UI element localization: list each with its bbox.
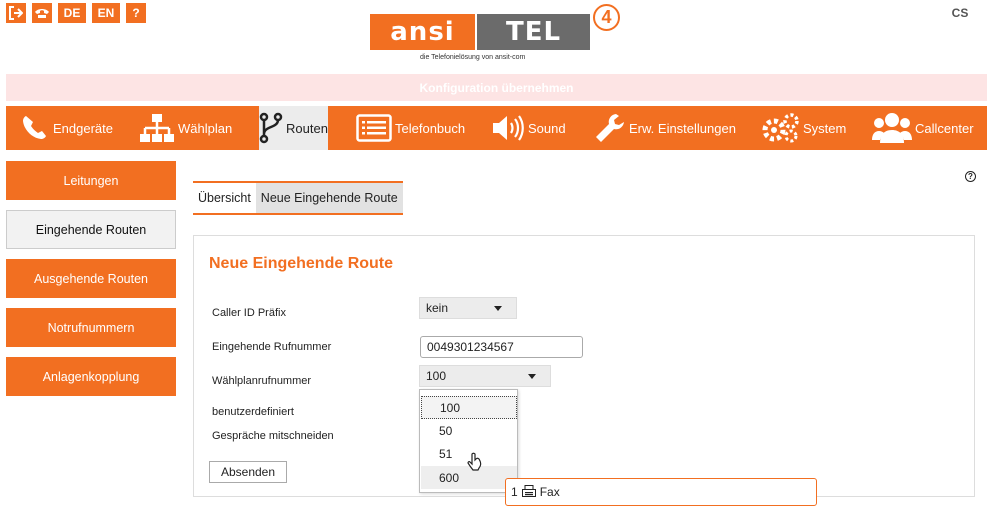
incoming-number-value: 0049301234567 xyxy=(427,340,514,354)
nav-item-waehlplan[interactable]: Wählplan xyxy=(139,106,232,150)
sidebar-item-anlagenkopplung[interactable]: Anlagenkopplung xyxy=(6,357,176,396)
logo-left-text: ansi xyxy=(370,14,475,50)
speaker-icon xyxy=(491,114,525,142)
route-icon xyxy=(259,112,283,144)
fax-label: Fax xyxy=(539,485,560,499)
wrench-icon xyxy=(594,112,626,144)
chevron-down-icon xyxy=(528,374,536,379)
sidebar-item-eingehende-routen[interactable]: Eingehende Routen xyxy=(6,210,176,249)
gears-icon xyxy=(762,113,800,143)
top-icon-bar: DE EN ? xyxy=(6,3,146,23)
nav-label: Erw. Einstellungen xyxy=(629,120,736,136)
logo-wordmark: ansi TEL xyxy=(370,14,590,50)
custom-label: benutzerdefiniert xyxy=(212,406,294,418)
nav-label: Telefonbuch xyxy=(395,120,466,136)
form-title: Neue Eingehende Route xyxy=(209,255,394,272)
help-icon[interactable]: ? xyxy=(965,171,976,182)
phone-icon xyxy=(20,113,50,143)
dialplan-value: 100 xyxy=(426,369,447,383)
nav-label: System xyxy=(803,120,847,136)
fax-prefix: 1 xyxy=(511,485,518,499)
chevron-down-icon xyxy=(494,306,502,311)
nav-label: Endgeräte xyxy=(53,120,113,136)
dialplan-dropdown-list: 100 50 51 600 xyxy=(419,389,518,493)
tab-uebersicht[interactable]: Übersicht xyxy=(193,183,256,213)
nav-item-routen[interactable]: Routen xyxy=(259,106,328,150)
incoming-number-input[interactable]: 0049301234567 xyxy=(420,336,583,358)
hand-cursor-icon xyxy=(467,452,483,475)
logo-tagline: die Telefonielösung von ansit-com xyxy=(420,54,526,61)
main-navigation: Endgeräte Wählplan Routen Telefonbuch So… xyxy=(6,106,987,150)
nav-item-system[interactable]: System xyxy=(762,106,846,150)
cs-badge-icon[interactable]: CS xyxy=(949,3,971,23)
dropdown-option[interactable]: 100 xyxy=(421,396,517,419)
route-form-panel: Neue Eingehende Route Caller ID Präfix k… xyxy=(193,235,975,497)
sidebar: Leitungen Eingehende Routen Ausgehende R… xyxy=(6,161,176,406)
caller-id-label: Caller ID Präfix xyxy=(212,307,286,319)
phone-icon[interactable] xyxy=(32,3,52,23)
nav-label: Routen xyxy=(286,120,328,136)
sidebar-item-leitungen[interactable]: Leitungen xyxy=(6,161,176,200)
language-en-button[interactable]: EN xyxy=(92,3,120,23)
caller-id-value: kein xyxy=(426,301,449,315)
fax-option-tooltip: 1 Fax xyxy=(505,478,817,506)
record-calls-label: Gespräche mitschneiden xyxy=(212,430,334,442)
caller-id-select[interactable]: kein xyxy=(419,297,517,319)
nav-label: Wählplan xyxy=(178,120,233,136)
ansitel-logo: ansi TEL 4 die Telefonielösung von ansit… xyxy=(370,4,630,66)
tab-neue-eingehende-route[interactable]: Neue Eingehende Route xyxy=(255,183,403,213)
dropdown-option[interactable]: 50 xyxy=(421,419,517,442)
list-icon xyxy=(356,114,392,142)
logo-version-badge: 4 xyxy=(593,4,620,31)
nav-label: Sound xyxy=(528,120,566,136)
help-top-icon[interactable]: ? xyxy=(126,3,146,23)
submit-button[interactable]: Absenden xyxy=(209,461,287,483)
language-de-button[interactable]: DE xyxy=(58,3,86,23)
users-icon xyxy=(872,112,912,144)
sitemap-icon xyxy=(139,112,175,144)
apply-configuration-button[interactable]: Konfiguration übernehmen xyxy=(6,74,987,101)
incoming-number-label: Eingehende Rufnummer xyxy=(212,341,332,353)
sidebar-item-ausgehende-routen[interactable]: Ausgehende Routen xyxy=(6,259,176,298)
nav-item-endgeraete[interactable]: Endgeräte xyxy=(20,106,113,150)
logo-right-text: TEL xyxy=(477,14,590,50)
nav-item-callcenter[interactable]: Callcenter xyxy=(872,106,974,150)
nav-item-sound[interactable]: Sound xyxy=(491,106,566,150)
logout-icon[interactable] xyxy=(6,3,26,23)
dialplan-label: Wählplanrufnummer xyxy=(212,375,312,387)
nav-item-telefonbuch[interactable]: Telefonbuch xyxy=(356,106,465,150)
cs-badge-label: CS xyxy=(951,6,969,20)
dialplan-select[interactable]: 100 xyxy=(419,365,551,387)
tab-bar: Übersicht Neue Eingehende Route xyxy=(193,181,403,215)
nav-item-erw-einstellungen[interactable]: Erw. Einstellungen xyxy=(594,106,736,150)
nav-label: Callcenter xyxy=(915,120,974,136)
fax-icon xyxy=(521,484,536,500)
sidebar-item-notrufnummern[interactable]: Notrufnummern xyxy=(6,308,176,347)
